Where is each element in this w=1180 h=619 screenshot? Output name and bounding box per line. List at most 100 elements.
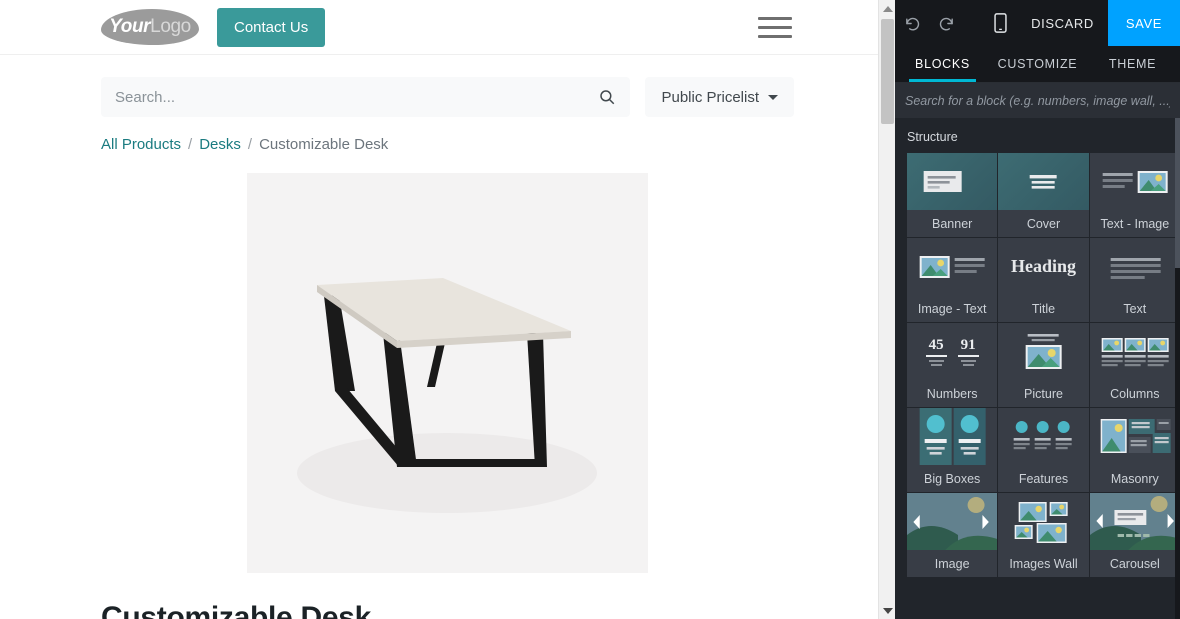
site-logo[interactable]: YourLogo (101, 9, 199, 45)
block-tile-text-image[interactable]: Text - Image (1089, 153, 1180, 237)
blocks-grid: Banner Cover Text - Image Image - Text H… (895, 153, 1180, 577)
block-label-numbers: Numbers (926, 386, 978, 401)
numbers-col-1: 45 (925, 336, 947, 366)
block-search-box[interactable] (895, 83, 1180, 118)
website-editor-panel: DISCARD SAVE BLOCKS CUSTOMIZE THEME Stru… (895, 0, 1180, 619)
app-root: YourLogo Contact Us Public Pricelist (0, 0, 1180, 619)
block-label-cover: Cover (1026, 216, 1061, 231)
pricelist-dropdown[interactable]: Public Pricelist (645, 77, 794, 117)
block-label-picture: Picture (1024, 386, 1063, 401)
numbers-line-1b (930, 363, 942, 366)
triangle-up-icon (882, 5, 893, 12)
block-tile-cover[interactable]: Cover (998, 153, 1089, 237)
numbers-value-2: 91 (960, 336, 976, 353)
tab-blocks[interactable]: BLOCKS (895, 46, 990, 82)
scroll-up-arrow[interactable] (879, 0, 895, 17)
text-image-thumbnail-icon (1089, 153, 1180, 210)
site-header: YourLogo Contact Us (0, 0, 895, 55)
mobile-preview-icon (993, 13, 1007, 33)
block-tile-picture[interactable]: Picture (998, 323, 1089, 407)
block-label-images-wall: Images Wall (1009, 556, 1078, 571)
block-tile-banner[interactable]: Banner (907, 153, 998, 237)
product-search-box[interactable] (101, 77, 631, 117)
block-label-features: Features (1018, 471, 1069, 486)
search-row: Public Pricelist (101, 77, 794, 117)
preview-scrollbar[interactable] (878, 0, 895, 619)
numbers-line-1a (928, 359, 944, 362)
block-tile-columns[interactable]: Columns (1089, 323, 1180, 407)
blocks-panel-scrollbar[interactable] (1175, 118, 1180, 619)
block-tile-image-text[interactable]: Image - Text (907, 238, 998, 322)
logo-text-your: Your (109, 16, 151, 37)
mobile-preview-button[interactable] (983, 0, 1017, 46)
title-thumbnail-icon: Heading (998, 238, 1089, 295)
chevron-down-icon (768, 94, 778, 100)
redo-icon (939, 17, 953, 30)
desk-illustration (247, 173, 648, 573)
blocks-scroll-area: Structure Banner Cover Text - Image Imag… (895, 118, 1180, 619)
product-image[interactable] (247, 173, 648, 573)
breadcrumb-desks[interactable]: Desks (199, 136, 241, 153)
title-thumbnail-text: Heading (1010, 256, 1076, 276)
block-label-image-text: Image - Text (917, 301, 987, 316)
images-wall-thumbnail-icon (998, 493, 1089, 550)
numbers-line-2a (960, 359, 976, 362)
undo-icon (905, 17, 919, 30)
discard-button[interactable]: DISCARD (1017, 16, 1108, 31)
block-tile-features[interactable]: Features (998, 408, 1089, 492)
carousel-thumbnail-icon (1089, 493, 1180, 550)
picture-thumbnail-icon (998, 323, 1089, 380)
banner-thumbnail-icon (907, 153, 998, 210)
tab-customize[interactable]: CUSTOMIZE (990, 46, 1085, 82)
cover-thumbnail-icon (998, 153, 1089, 210)
website-preview: YourLogo Contact Us Public Pricelist (0, 0, 895, 619)
block-label-banner: Banner (932, 216, 973, 231)
hamburger-bar-1 (758, 16, 792, 20)
numbers-thumbnail-icon: 45 91 (907, 323, 998, 380)
image-text-thumbnail-icon (907, 238, 998, 295)
breadcrumb: All Products / Desks / Customizable Desk (101, 136, 794, 153)
hamburger-bar-2 (758, 25, 792, 29)
block-tile-big-boxes[interactable]: Big Boxes (907, 408, 998, 492)
block-tile-carousel[interactable]: Carousel (1089, 493, 1180, 577)
product-title: Customizable Desk (101, 601, 371, 619)
editor-toolbar: DISCARD SAVE (895, 0, 1180, 46)
logo-text-logo: Logo (150, 16, 191, 37)
block-tile-text[interactable]: Text (1089, 238, 1180, 322)
block-tile-title[interactable]: Heading Title (998, 238, 1089, 322)
blocks-scrollbar-thumb[interactable] (1175, 118, 1180, 268)
numbers-rule-1 (925, 354, 947, 357)
hamburger-menu-icon[interactable] (758, 14, 792, 40)
hamburger-bar-3 (758, 34, 792, 38)
block-tile-masonry[interactable]: Masonry (1089, 408, 1180, 492)
block-label-columns: Columns (1110, 386, 1160, 401)
big-boxes-thumbnail-icon (907, 408, 998, 465)
breadcrumb-all-products[interactable]: All Products (101, 136, 181, 153)
block-search-input[interactable] (905, 93, 1170, 108)
image-thumbnail-icon (907, 493, 998, 550)
pricelist-label: Public Pricelist (661, 88, 759, 106)
numbers-value-1: 45 (928, 336, 944, 353)
scrollbar-thumb[interactable] (881, 19, 894, 124)
block-tile-image[interactable]: Image (907, 493, 998, 577)
numbers-col-2: 91 (957, 336, 979, 366)
logo-text: YourLogo (109, 16, 191, 38)
breadcrumb-separator-1: / (188, 136, 193, 153)
redo-button[interactable] (929, 0, 963, 46)
contact-us-button[interactable]: Contact Us (217, 7, 326, 47)
block-label-title: Title (1031, 301, 1056, 316)
search-input[interactable] (115, 88, 599, 106)
block-label-masonry: Masonry (1110, 471, 1159, 486)
tab-theme[interactable]: THEME (1085, 46, 1180, 82)
section-title-structure: Structure (907, 130, 958, 144)
columns-thumbnail-icon (1089, 323, 1180, 380)
scroll-down-arrow[interactable] (879, 602, 895, 619)
undo-button[interactable] (895, 0, 929, 46)
save-button[interactable]: SAVE (1107, 0, 1180, 46)
block-tile-numbers[interactable]: 45 91 Numbers (907, 323, 998, 407)
site-body: Public Pricelist All Products / Desks / … (0, 55, 895, 619)
masonry-thumbnail-icon (1089, 408, 1180, 465)
triangle-down-icon (882, 607, 893, 614)
block-tile-images-wall[interactable]: Images Wall (998, 493, 1089, 577)
search-icon[interactable] (598, 88, 616, 106)
